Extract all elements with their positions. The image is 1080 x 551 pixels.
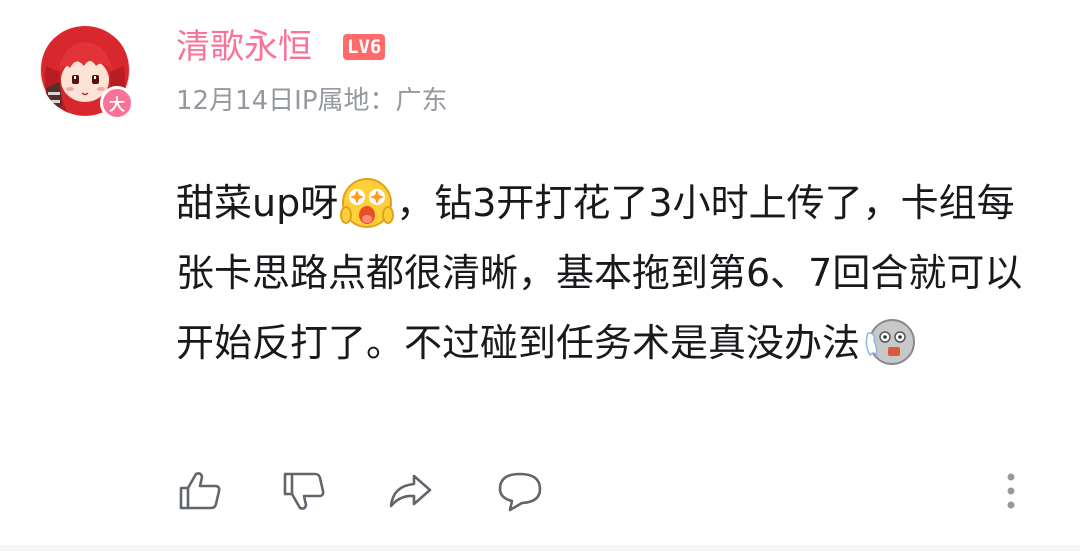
divider: [0, 545, 1080, 551]
thumbs-up-icon: [179, 472, 221, 510]
comment-date: 12月14日: [176, 86, 295, 116]
share-button[interactable]: [386, 468, 434, 514]
share-icon: [389, 474, 432, 508]
more-options-button[interactable]: [996, 468, 1026, 514]
level-badge: LV6: [343, 34, 386, 60]
surprised-starry-eyes-emoji: [340, 177, 395, 228]
more-vertical-icon: [1007, 473, 1015, 509]
speechless-ghost-emoji: [865, 318, 916, 365]
dislike-button[interactable]: [280, 468, 328, 514]
reply-button[interactable]: [496, 468, 544, 514]
username[interactable]: 清歌永恒: [176, 26, 312, 68]
ip-location: IP属地：广东: [294, 86, 448, 116]
like-button[interactable]: [176, 468, 224, 514]
comment-text: 甜菜up呀 ，钻3开打花了3小时上传了，卡组每张卡思路点都很清晰，基本拖到第6、…: [176, 168, 1046, 378]
comment-action-bar: [176, 468, 1036, 514]
thumbs-down-icon: [283, 472, 325, 510]
comment-icon: [498, 472, 542, 512]
vip-badge: 大: [100, 86, 134, 120]
comment-text-part1: 甜菜up呀: [176, 181, 339, 225]
avatar-container[interactable]: 大: [40, 26, 134, 120]
comment-meta: 12月14日IP属地：广东: [176, 84, 448, 118]
